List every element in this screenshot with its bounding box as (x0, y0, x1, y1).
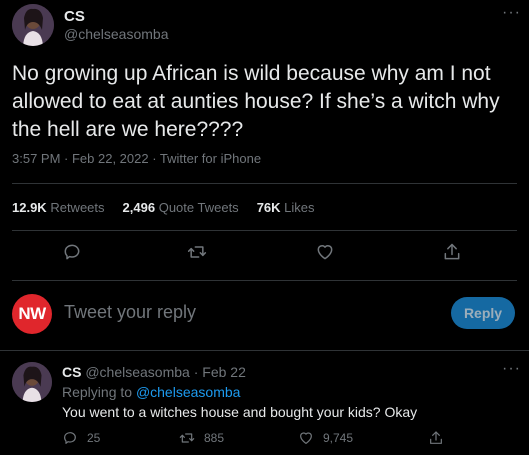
reply-author-avatar[interactable] (12, 362, 52, 402)
reply-like-action[interactable]: 9,745 (298, 430, 353, 446)
reply-like-count: 9,745 (323, 431, 354, 445)
likes-stat[interactable]: 76K Likes (257, 200, 315, 215)
tweet-timestamp[interactable]: 3:57 PM · Feb 22, 2022 · Twitter for iPh… (12, 151, 261, 166)
reply-like-icon (300, 432, 312, 444)
quote-tweets-count: 2,496 (122, 200, 156, 215)
replying-to-prefix: Replying to (62, 384, 136, 400)
tweet-text: No growing up African is wild because wh… (12, 62, 500, 141)
tweet-stats: 12.9K Retweets 2,496 Quote Tweets 76K Li… (12, 200, 315, 215)
reply-reply-icon (64, 432, 76, 444)
reply-reply-count: 25 (87, 431, 101, 445)
reply-share-action[interactable] (428, 430, 444, 446)
retweets-stat[interactable]: 12.9K Retweets (12, 200, 105, 215)
replying-to: Replying to @chelseasomba (62, 384, 240, 400)
replying-to-handle[interactable]: @chelseasomba (136, 384, 241, 400)
divider (12, 183, 517, 184)
reply-header: CS @chelseasomba · Feb 22 (62, 364, 246, 380)
reply-handle-date[interactable]: @chelseasomba · Feb 22 (85, 364, 246, 380)
more-dots-icon[interactable]: ··· (502, 4, 521, 22)
reply-button[interactable]: Reply (451, 297, 515, 329)
reply-more-dots-icon[interactable]: ··· (502, 360, 521, 378)
retweets-label: Retweets (50, 200, 105, 215)
reply-text: You went to a witches house and bought y… (62, 404, 418, 420)
retweets-count: 12.9K (12, 200, 47, 215)
reply-share-icon (430, 431, 442, 444)
reply-icon[interactable] (62, 242, 82, 262)
reply-retweet-action[interactable]: 885 (179, 430, 224, 446)
reply-retweet-count: 885 (204, 431, 225, 445)
divider (12, 280, 517, 281)
share-icon[interactable] (442, 242, 462, 262)
retweet-icon[interactable] (187, 242, 207, 262)
quote-tweets-stat[interactable]: 2,496 Quote Tweets (123, 200, 239, 215)
divider (12, 230, 517, 231)
divider (0, 350, 529, 351)
author-avatar-image (12, 4, 54, 46)
user-avatar-logo[interactable]: NW (12, 294, 52, 334)
like-icon[interactable] (315, 242, 335, 262)
reply-author-avatar-image (12, 362, 52, 402)
likes-count: 76K (256, 200, 281, 215)
reply-retweet-icon (179, 433, 195, 443)
author-avatar[interactable] (12, 4, 54, 46)
reply-author-name[interactable]: CS (62, 364, 81, 380)
author-handle[interactable]: @chelseasomba (64, 26, 169, 42)
reply-reply-action[interactable]: 25 (62, 430, 100, 446)
author-name[interactable]: CS (64, 8, 85, 25)
reply-input[interactable]: Tweet your reply (64, 302, 196, 323)
likes-label: Likes (284, 200, 315, 215)
quote-tweets-label: Quote Tweets (158, 200, 239, 215)
